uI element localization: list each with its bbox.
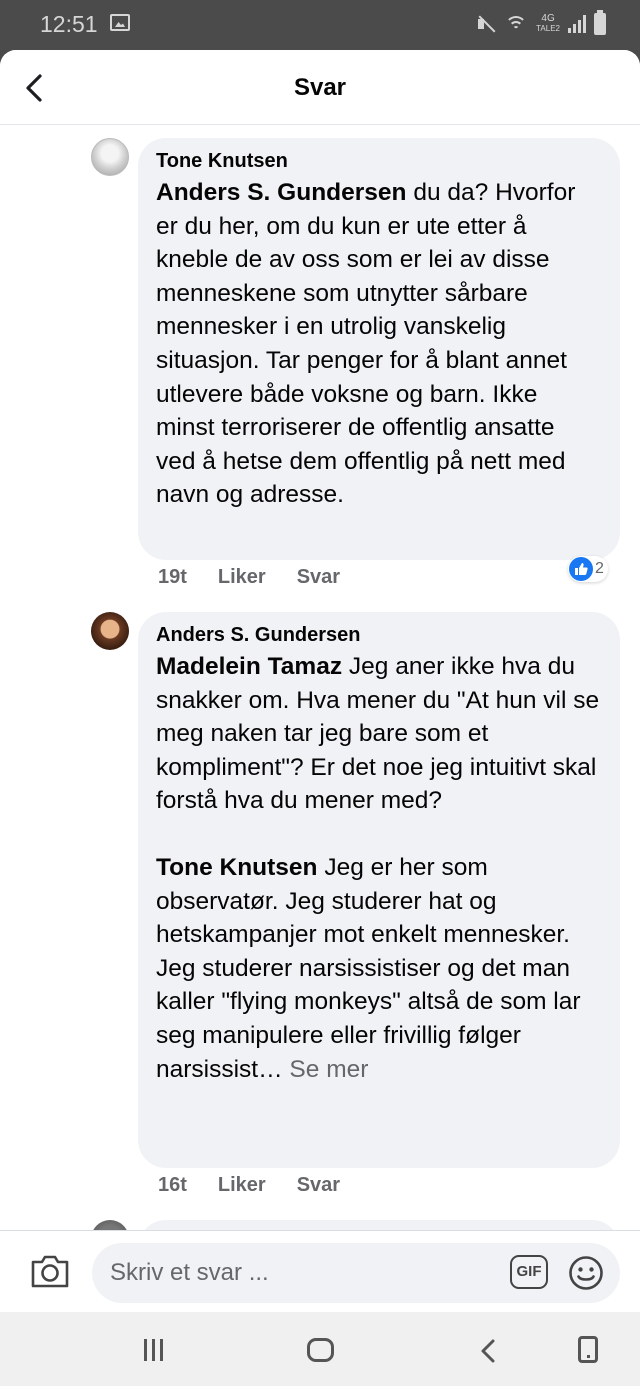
reply-button[interactable]: Svar — [297, 1174, 340, 1197]
emoji-button[interactable] — [568, 1255, 604, 1291]
like-button[interactable]: Liker — [218, 566, 266, 589]
gif-button[interactable]: GIF — [510, 1255, 548, 1289]
comment-author[interactable]: Anders S. Gundersen — [156, 622, 600, 648]
avatar[interactable] — [91, 138, 129, 176]
see-more-link[interactable]: Se mer — [283, 1056, 368, 1083]
reply-input-container: GIF — [92, 1243, 620, 1303]
like-button[interactable]: Liker — [218, 1174, 266, 1197]
avatar[interactable] — [91, 1220, 129, 1230]
reply-composer: GIF — [0, 1230, 640, 1312]
comment-text: Anders S. Gundersen du da? Hvorfor er du… — [156, 176, 600, 512]
network-label-bottom: TALE2 — [536, 24, 560, 33]
avatar[interactable] — [91, 612, 129, 650]
status-icons: 4G TALE2 — [476, 10, 606, 38]
status-time: 12:51 — [40, 11, 98, 37]
reaction-number: 2 — [595, 560, 604, 577]
smiley-icon — [569, 1256, 603, 1290]
reaction-count[interactable]: 2 — [568, 556, 608, 582]
mention[interactable]: Madelein Tamaz — [156, 653, 342, 680]
like-reaction-icon — [569, 557, 593, 581]
comment-author[interactable]: Tone Knutsen — [156, 148, 600, 174]
wifi-icon — [504, 14, 528, 34]
signal-icon — [568, 15, 586, 33]
reply-button[interactable]: Svar — [297, 566, 340, 589]
mute-icon — [476, 14, 496, 34]
network-label-top: 4G — [541, 13, 555, 24]
replies-sheet: Svar Tone Knutsen Anders S. Gundersen du… — [0, 50, 640, 1312]
phone-icon — [578, 1336, 598, 1363]
comment-body: Jeg er her som observatør. Jeg studerer … — [156, 853, 581, 1083]
home-button[interactable] — [307, 1336, 337, 1366]
battery-icon — [594, 10, 606, 35]
camera-icon — [31, 1255, 69, 1288]
mention[interactable]: Anders S. Gundersen — [156, 179, 407, 206]
keyboard-toggle-button[interactable] — [578, 1336, 608, 1366]
image-icon — [110, 14, 130, 31]
system-back-button[interactable] — [474, 1336, 504, 1366]
home-icon — [307, 1338, 334, 1362]
recent-apps-button[interactable] — [140, 1336, 170, 1366]
header: Svar — [0, 50, 640, 125]
comment-bubble: Anders S. Gundersen Madelein Tamaz Jeg a… — [138, 612, 620, 1168]
comment-bubble: Tone Knutsen Anders S. Gundersen du da? … — [138, 138, 620, 560]
mention[interactable]: Tone Knutsen — [156, 854, 318, 881]
page-title: Svar — [293, 74, 347, 101]
status-bar: 12:51 4G TALE2 — [0, 0, 640, 50]
comment-actions: 19t Liker Svar — [158, 566, 371, 589]
system-navigation-bar — [0, 1312, 640, 1386]
comment-text: Tone Knutsen Jeg er her som observatør. … — [156, 851, 600, 1086]
network-type: 4G TALE2 — [536, 14, 560, 34]
comment-body: du da? Hvorfor er du her, om du kun er u… — [156, 179, 576, 509]
reply-input[interactable] — [110, 1255, 490, 1291]
comment-time[interactable]: 19t — [158, 566, 187, 589]
comment-list[interactable]: Tone Knutsen Anders S. Gundersen du da? … — [0, 126, 640, 1230]
comment-actions: 16t Liker Svar — [158, 1174, 371, 1197]
comment-text: Madelein Tamaz Jeg aner ikke hva du snak… — [156, 650, 600, 818]
camera-button[interactable] — [30, 1253, 70, 1289]
back-arrow-icon — [481, 1339, 495, 1363]
comment-time[interactable]: 16t — [158, 1174, 187, 1197]
comment-bubble — [138, 1220, 620, 1230]
